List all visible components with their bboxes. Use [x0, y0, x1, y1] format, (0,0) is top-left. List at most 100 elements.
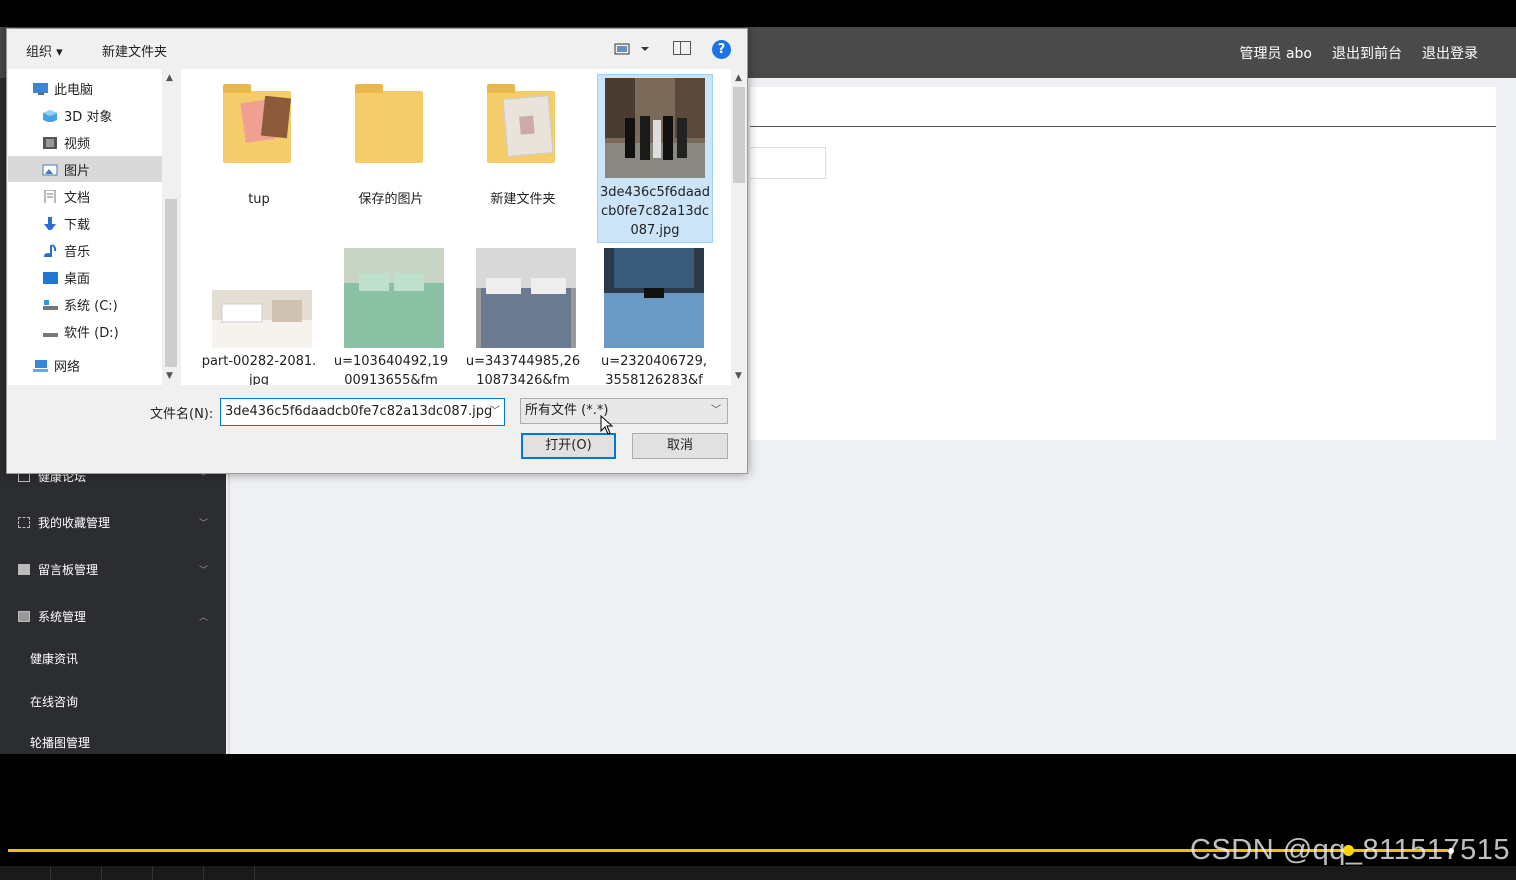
nav-label: 文档 — [64, 190, 91, 206]
file-scroll-thumb[interactable] — [733, 87, 745, 183]
filename-label: 文件名(N): — [150, 407, 214, 422]
view-icon — [614, 43, 649, 55]
nav-label: 软件 (D:) — [64, 325, 119, 341]
organize-button[interactable]: 组织 ▾ — [26, 41, 63, 60]
scroll-up-icon[interactable]: ▲ — [735, 73, 742, 83]
mouse-cursor-icon — [600, 415, 614, 435]
file-scrollbar[interactable]: ▲ ▼ — [731, 69, 747, 385]
content-divider — [750, 126, 1496, 127]
music-icon — [44, 243, 57, 257]
nav-label: 网络 — [54, 359, 81, 375]
sidebar-sub-consult[interactable]: 在线咨询 — [30, 693, 78, 710]
filetype-value: 所有文件 (*.*) — [525, 403, 609, 418]
filetype-select[interactable]: 所有文件 (*.*) ﹀ — [520, 398, 728, 424]
chevron-down-icon: ﹀ — [198, 565, 208, 576]
nav-item-music[interactable]: 音乐 — [42, 237, 162, 263]
computer-icon — [33, 82, 48, 95]
dialog-toolbar: 组织 ▾ 新建文件夹 ? — [7, 29, 747, 69]
new-folder-button[interactable]: 新建文件夹 — [102, 41, 167, 60]
nav-label: 3D 对象 — [64, 109, 113, 125]
image-thumbnail — [605, 78, 705, 178]
exit-to-frontend-link[interactable]: 退出到前台 — [1332, 43, 1402, 63]
content-input[interactable] — [750, 147, 826, 179]
file-tile-selected-image[interactable]: 3de436c5f6daadcb0fe7c82a13dc087.jpg — [597, 74, 713, 243]
cancel-button[interactable]: 取消 — [632, 433, 728, 459]
film-icon — [43, 136, 57, 149]
folder-icon — [355, 84, 423, 163]
nav-item-network[interactable]: 网络 — [32, 352, 162, 378]
scroll-down-icon[interactable]: ▼ — [166, 371, 173, 381]
player-divider — [101, 866, 102, 880]
nav-item-pictures[interactable]: 图片 — [8, 156, 162, 182]
nav-scrollbar[interactable]: ▲ ▼ — [162, 69, 180, 385]
folder-preview-image — [260, 95, 292, 139]
file-tile-folder-saved-pictures[interactable]: 保存的图片 — [333, 75, 449, 235]
navigation-pane: 此电脑 3D 对象 视频 图片 文档 下载 音乐 桌面 系统 (C:) 软件 (… — [8, 69, 162, 385]
file-name-label: 新建文件夹 — [490, 192, 556, 207]
sidebar-item-system[interactable]: 系统管理 ︿ — [0, 596, 226, 636]
chevron-down-icon[interactable]: ﹀ — [490, 399, 500, 425]
player-controls-bar — [0, 866, 1516, 880]
file-tile-image[interactable]: u=103640492,1900913655&fm — [333, 247, 449, 385]
sidebar-item-label: 我的收藏管理 — [38, 515, 111, 530]
admin-user-link[interactable]: 管理员 abo — [1240, 43, 1312, 63]
filename-input[interactable]: 3de436c5f6daadcb0fe7c82a13dc087.jpg ﹀ — [220, 398, 505, 426]
chevron-down-icon: ﹀ — [711, 405, 721, 416]
nav-label: 图片 — [64, 163, 91, 179]
file-name-label: u=2320406729,3558126283&f — [601, 354, 707, 385]
nav-item-drive-c[interactable]: 系统 (C:) — [42, 291, 162, 317]
sidebar-item-message-board[interactable]: 留言板管理 ﹀ — [0, 549, 226, 589]
view-options-button[interactable] — [614, 41, 654, 57]
help-icon[interactable]: ? — [712, 40, 731, 59]
file-name-label: 3de436c5f6daadcb0fe7c82a13dc087.jpg — [599, 185, 711, 238]
top-nav: 管理员 abo 退出到前台 退出登录 — [1240, 27, 1478, 78]
nav-item-documents[interactable]: 文档 — [42, 183, 162, 209]
file-tile-image[interactable]: u=343744985,2610873426&fm — [465, 247, 581, 385]
nav-item-downloads[interactable]: 下载 — [42, 210, 162, 236]
scroll-down-icon[interactable]: ▼ — [735, 371, 742, 381]
player-divider — [50, 866, 51, 880]
file-name-label: tup — [248, 192, 270, 207]
file-open-dialog: 组织 ▾ 新建文件夹 ? 此电脑 3D 对象 视频 图片 文档 下载 音乐 桌面… — [6, 28, 748, 474]
image-thumbnail — [212, 290, 312, 348]
nav-item-this-pc[interactable]: 此电脑 — [32, 75, 162, 101]
chevron-down-icon: ﹀ — [198, 518, 208, 529]
file-tile-folder-new-folder[interactable]: 新建文件夹 — [465, 75, 581, 235]
file-tile-image[interactable]: u=2320406729,3558126283&f — [597, 247, 713, 385]
file-name-label: u=103640492,1900913655&fm — [333, 354, 449, 385]
sidebar-item-favorites[interactable]: 我的收藏管理 ﹀ — [0, 502, 226, 542]
nav-item-videos[interactable]: 视频 — [42, 129, 162, 155]
content-card — [750, 87, 1496, 440]
image-thumbnail — [344, 248, 444, 348]
document-icon — [44, 189, 56, 203]
image-thumbnail — [604, 248, 704, 348]
chevron-up-icon: ︿ — [198, 612, 208, 623]
picture-icon — [42, 164, 58, 175]
file-tile-image[interactable]: part-00282-2081.jpg — [201, 247, 317, 385]
nav-item-desktop[interactable]: 桌面 — [42, 264, 162, 290]
nav-label: 下载 — [64, 217, 91, 233]
nav-label: 音乐 — [64, 244, 91, 260]
filename-value: 3de436c5f6daadcb0fe7c82a13dc087.jpg — [225, 404, 493, 419]
system-drive-icon — [43, 299, 58, 310]
content-edge — [228, 473, 230, 754]
nav-item-drive-d[interactable]: 软件 (D:) — [42, 318, 162, 344]
file-tile-folder-tup[interactable]: tup — [201, 75, 317, 235]
player-divider — [203, 866, 204, 880]
sidebar-item-label: 留言板管理 — [38, 562, 99, 577]
sidebar-item-label: 系统管理 — [38, 609, 87, 624]
nav-item-3d-objects[interactable]: 3D 对象 — [42, 102, 162, 128]
preview-pane-button[interactable] — [673, 41, 691, 55]
sidebar-sub-health-news[interactable]: 健康资讯 — [30, 650, 78, 667]
open-button[interactable]: 打开(O) — [521, 433, 616, 459]
nav-label: 系统 (C:) — [64, 298, 118, 314]
image-thumbnail — [476, 248, 576, 348]
sidebar-sub-carousel[interactable]: 轮播图管理 — [30, 734, 90, 751]
file-name-label: u=343744985,2610873426&fm — [465, 354, 581, 385]
nav-scroll-thumb[interactable] — [165, 199, 177, 367]
folder-icon — [223, 84, 292, 163]
logout-link[interactable]: 退出登录 — [1422, 43, 1478, 63]
download-icon — [44, 216, 56, 230]
scroll-up-icon[interactable]: ▲ — [166, 73, 173, 83]
cube-icon — [43, 109, 57, 122]
